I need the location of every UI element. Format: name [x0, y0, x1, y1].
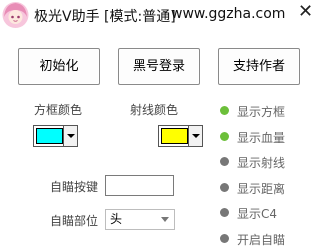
support-author-button[interactable]: 支持作者: [218, 48, 300, 85]
ray-color-label: 射线颜色: [130, 103, 179, 117]
status-dot-icon: [220, 208, 229, 217]
window-title: 极光V助手 [模式:普通]: [34, 9, 176, 25]
status-label: 显示血量: [237, 130, 286, 145]
aim-part-value: 头: [110, 212, 123, 226]
title-bar: 极光V助手 [模式:普通] www.ggzha.com ✕: [0, 0, 319, 30]
chevron-down-icon[interactable]: [188, 126, 202, 146]
status-label: 显示射线: [237, 156, 286, 170]
aim-hotkey-input[interactable]: [105, 175, 174, 196]
status-dot-icon: [220, 157, 229, 166]
blacklist-login-button[interactable]: 黑号登录: [118, 48, 200, 85]
status-label: 显示C4: [237, 207, 278, 221]
status-label: 显示方框: [237, 105, 286, 119]
chevron-down-icon: [161, 217, 169, 222]
aim-part-select[interactable]: 头: [105, 209, 175, 230]
close-button[interactable]: ✕: [292, 0, 319, 24]
status-dot-icon: [220, 106, 229, 115]
box-color-picker[interactable]: [33, 125, 78, 147]
ray-color-picker[interactable]: [158, 125, 203, 147]
init-button[interactable]: 初始化: [18, 48, 100, 85]
aim-part-label: 自瞄部位: [50, 214, 99, 228]
main-panel: 初始化 黑号登录 支持作者 方框颜色 射线颜色 自瞄按键 自瞄部位 头 显示方框…: [0, 30, 319, 250]
status-dot-icon: [220, 131, 229, 141]
status-label: 开启自瞄: [237, 232, 286, 247]
website-label: www.ggzha.com: [171, 6, 286, 22]
aim-hotkey-label: 自瞄按键: [50, 180, 99, 194]
chevron-down-icon[interactable]: [63, 126, 77, 146]
ray-color-swatch: [161, 128, 188, 144]
box-color-swatch: [36, 128, 63, 144]
anime-avatar-icon: [2, 2, 29, 28]
status-dot-icon: [220, 182, 229, 192]
status-label: 显示距离: [237, 181, 286, 196]
box-color-label: 方框颜色: [34, 103, 83, 117]
status-dot-icon: [220, 233, 229, 243]
